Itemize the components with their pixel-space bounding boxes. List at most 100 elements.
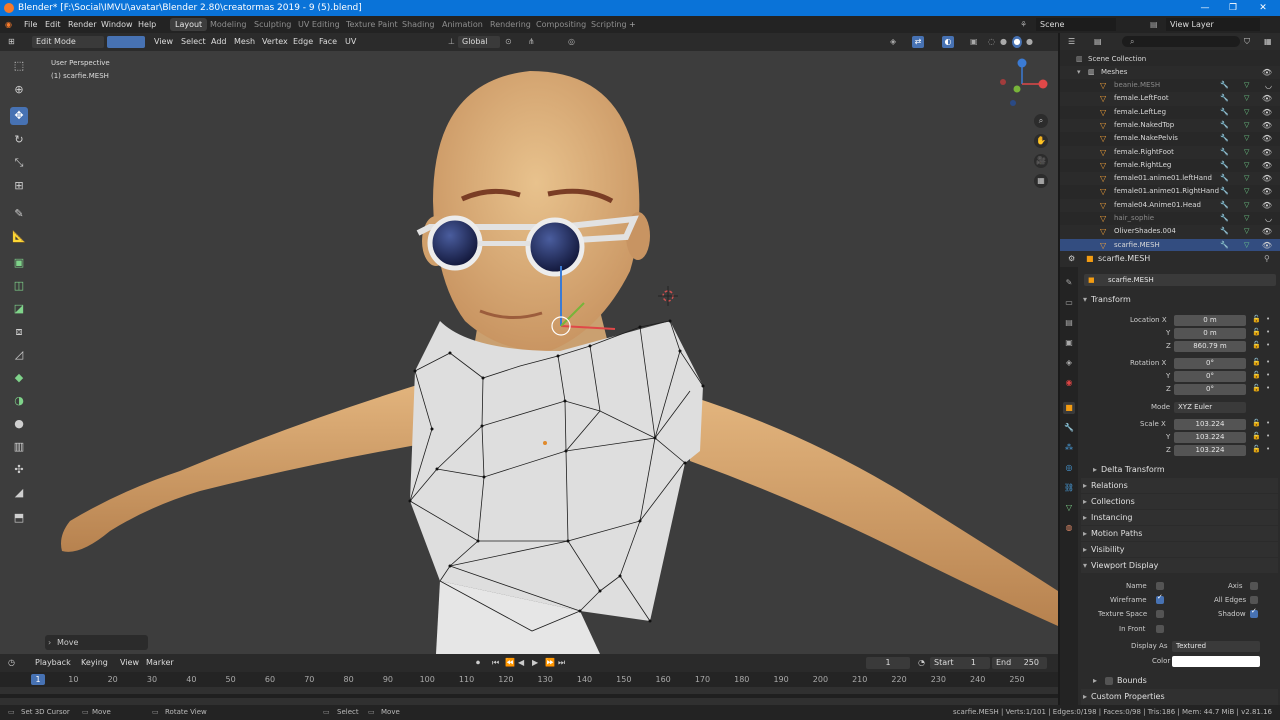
prev-keyframe-icon[interactable]: ⏪	[505, 657, 515, 669]
rip-tool-icon[interactable]: ⬒	[10, 509, 28, 527]
delta-transform-panel[interactable]: ▸ Delta Transform	[1091, 462, 1278, 477]
workspace-tab-shading[interactable]: Shading	[397, 18, 440, 31]
start-frame-field[interactable]: Start 1	[930, 657, 990, 669]
ortho-toggle-icon[interactable]: ▦	[1034, 174, 1048, 188]
shading-rendered-icon[interactable]: ●	[1026, 36, 1033, 48]
end-frame-field[interactable]: End 250	[992, 657, 1047, 669]
timeline-track-area[interactable]	[0, 687, 1058, 705]
vd-texture-space-checkbox[interactable]	[1156, 610, 1164, 618]
panel-relations[interactable]: ▸ Relations	[1081, 478, 1278, 493]
menu-window[interactable]: Window	[101, 16, 133, 33]
select-box-icon[interactable]: ⬚	[10, 57, 28, 75]
header-menu-face[interactable]: Face	[319, 36, 337, 48]
mode-selector[interactable]: Edit Mode	[32, 36, 104, 48]
lock-icon[interactable]: 🔓	[1252, 419, 1261, 427]
header-menu-view[interactable]: View	[154, 36, 173, 48]
eye-icon[interactable]: 👁	[1262, 132, 1272, 145]
rotation-z-field[interactable]: 0°	[1174, 384, 1246, 395]
shear-tool-icon[interactable]: ◢	[10, 484, 28, 502]
vd-name-checkbox[interactable]	[1156, 582, 1164, 590]
spin-tool-icon[interactable]: ◑	[10, 392, 28, 410]
close-icon[interactable]: ✕	[1248, 0, 1278, 16]
visibility-icon[interactable]: ◈	[890, 36, 896, 48]
outliner-item[interactable]: ▽ female04.Anime01.Head 🔧 ▽ 👁	[1060, 198, 1280, 212]
gizmo-toggle-icon[interactable]: ⇄	[912, 36, 924, 48]
view-layer-selector[interactable]: View Layer	[1166, 18, 1260, 31]
constraints-tab-icon[interactable]: ⛓	[1063, 482, 1075, 494]
location-y-field[interactable]: 0 m	[1174, 328, 1246, 339]
eye-icon[interactable]: 👁	[1262, 66, 1272, 79]
outliner-item[interactable]: ▽ hair_sophie 🔧 ▽ ◡	[1060, 212, 1280, 225]
timeline-menu-keying[interactable]: Keying	[81, 657, 108, 669]
lock-icon[interactable]: 🔓	[1252, 358, 1261, 366]
frame-ruler[interactable]: 1 10 20 30 40 50 60 70 80 90 100 110 120 130 140 150 16…	[0, 672, 1058, 687]
proportional-edit-icon[interactable]: ◎	[568, 36, 575, 48]
keyframe-dot-icon[interactable]: •	[1266, 419, 1270, 427]
outliner-item[interactable]: ▽ female.NakedTop 🔧 ▽ 👁	[1060, 118, 1280, 133]
scale-y-field[interactable]: 103.224	[1174, 432, 1246, 443]
inset-tool-icon[interactable]: ◫	[10, 277, 28, 295]
header-menu-add[interactable]: Add	[211, 36, 227, 48]
workspace-tab-layout[interactable]: Layout	[170, 18, 208, 31]
knife-tool-icon[interactable]: ◿	[10, 346, 28, 364]
panel-motion-paths[interactable]: ▸ Motion Paths	[1081, 526, 1278, 541]
select-mode-buttons[interactable]	[107, 36, 145, 48]
lock-icon[interactable]: 🔓	[1252, 384, 1261, 392]
vd-color-swatch[interactable]	[1172, 656, 1260, 667]
header-menu-vertex[interactable]: Vertex	[262, 36, 288, 48]
eye-icon[interactable]: 👁	[1262, 199, 1272, 212]
outliner-item[interactable]: ▽ female01.anime01.leftHand 🔧 ▽ 👁	[1060, 172, 1280, 186]
object-name-field[interactable]: ■ scarfie.MESH	[1084, 274, 1276, 286]
editor-type-icon[interactable]: ⊞	[8, 36, 15, 48]
keyframe-dot-icon[interactable]: •	[1266, 432, 1270, 440]
outliner-item[interactable]: ▽ female.LeftFoot 🔧 ▽ 👁	[1060, 92, 1280, 106]
eye-icon[interactable]: 👁	[1262, 119, 1272, 132]
world-tab-icon[interactable]: ◉	[1063, 377, 1075, 389]
workspace-tab-scripting[interactable]: Scripting	[586, 18, 632, 31]
keyframe-dot-icon[interactable]: •	[1266, 341, 1270, 349]
scene-tab-icon[interactable]: ◈	[1063, 357, 1075, 369]
blender-menu-icon[interactable]: ◉	[5, 16, 12, 33]
transform-tool-icon[interactable]: ⊞	[10, 177, 28, 195]
outliner-search-input[interactable]: ⌕	[1122, 36, 1240, 47]
workspace-tab-modeling[interactable]: Modeling	[205, 18, 251, 31]
keyframe-dot-icon[interactable]: •	[1266, 358, 1270, 366]
keyframe-dot-icon[interactable]: •	[1266, 315, 1270, 323]
keyframe-dot-icon[interactable]: •	[1266, 384, 1270, 392]
physics-tab-icon[interactable]: ◎	[1063, 462, 1075, 474]
eye-icon[interactable]: 👁	[1262, 225, 1272, 238]
keyframe-dot-icon[interactable]: •	[1266, 328, 1270, 336]
material-tab-icon[interactable]: ◍	[1063, 522, 1075, 534]
jump-start-icon[interactable]: ⏮	[492, 657, 499, 669]
vd-display-as-select[interactable]: Textured	[1172, 641, 1260, 652]
overlay-toggle-icon[interactable]: ◐	[942, 36, 954, 48]
output-tab-icon[interactable]: ▤	[1063, 317, 1075, 329]
poly-build-tool-icon[interactable]: ◆	[10, 369, 28, 387]
keyframe-dot-icon[interactable]: •	[1266, 371, 1270, 379]
outliner-item[interactable]: ▽ female.RightLeg 🔧 ▽ 👁	[1060, 159, 1280, 172]
panel-collections[interactable]: ▸ Collections	[1081, 494, 1278, 509]
view-layer-tab-icon[interactable]: ▣	[1063, 337, 1075, 349]
lock-icon[interactable]: 🔓	[1252, 315, 1261, 323]
modifier-tab-icon[interactable]: 🔧	[1063, 422, 1075, 434]
last-operator-panel[interactable]: › Move	[45, 635, 148, 650]
next-keyframe-icon[interactable]: ⏩	[545, 657, 555, 669]
shading-material-icon[interactable]: ●	[1012, 36, 1022, 48]
add-workspace-button[interactable]: +	[629, 16, 636, 33]
orientation-selector[interactable]: Global	[458, 36, 500, 48]
record-icon[interactable]: ⏺	[476, 657, 480, 669]
particles-tab-icon[interactable]: ⁂	[1063, 442, 1075, 454]
play-reverse-icon[interactable]: ◀	[518, 657, 524, 669]
menu-render[interactable]: Render	[68, 16, 96, 33]
header-menu-edge[interactable]: Edge	[293, 36, 313, 48]
jump-end-icon[interactable]: ⏭	[558, 657, 565, 669]
scale-z-field[interactable]: 103.224	[1174, 445, 1246, 456]
tool-tab-icon[interactable]: ✎	[1063, 277, 1075, 289]
pivot-icon[interactable]: ⊙	[505, 36, 512, 48]
panel-instancing[interactable]: ▸ Instancing	[1081, 510, 1278, 525]
workspace-tab-compositing[interactable]: Compositing	[531, 18, 591, 31]
snap-icon[interactable]: ⋔	[528, 36, 535, 48]
expand-arrow-icon[interactable]: ▾	[1077, 66, 1081, 79]
playhead[interactable]: 1	[31, 674, 45, 685]
rotation-x-field[interactable]: 0°	[1174, 358, 1246, 369]
